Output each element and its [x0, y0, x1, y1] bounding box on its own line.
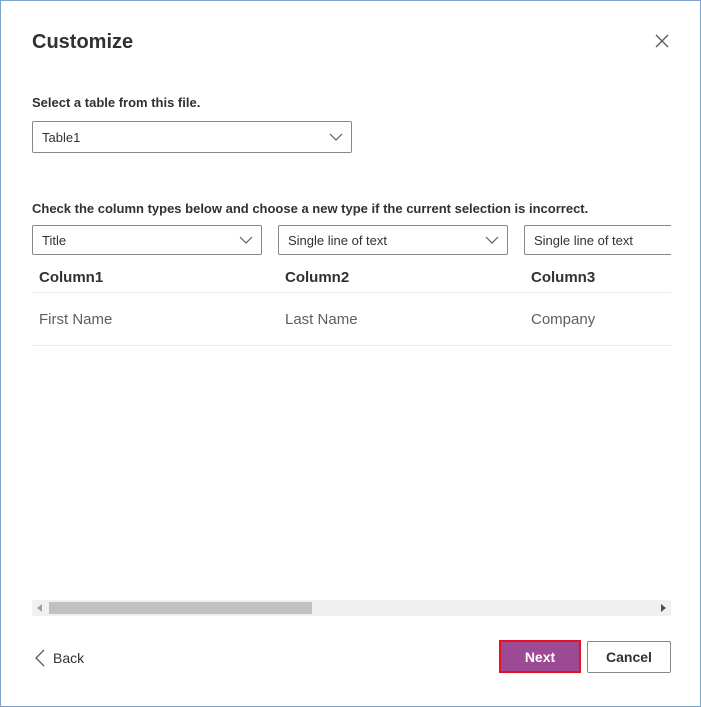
row-divider: [32, 345, 671, 346]
header-divider: [32, 292, 671, 293]
chevron-left-icon: [35, 649, 45, 667]
column2-type-dropdown[interactable]: Single line of text: [278, 225, 508, 255]
scroll-right-icon[interactable]: [659, 604, 667, 612]
column2-type-value: Single line of text: [288, 233, 388, 248]
column1-type-value: Title: [42, 233, 67, 248]
table-select-label: Select a table from this file.: [32, 95, 201, 110]
cancel-button[interactable]: Cancel: [587, 641, 671, 673]
next-label: Next: [524, 648, 556, 665]
chevron-down-icon: [329, 133, 343, 141]
close-icon: [655, 34, 669, 48]
cancel-label: Cancel: [606, 649, 652, 665]
column1-type-dropdown[interactable]: Title: [32, 225, 262, 255]
back-label: Back: [53, 650, 85, 666]
customize-dialog: Customize Select a table from this file.…: [0, 0, 701, 707]
column1-header: Column1: [39, 269, 104, 286]
column2-header: Column2: [285, 269, 350, 286]
table-dropdown[interactable]: Table1: [32, 121, 352, 153]
horizontal-scrollbar[interactable]: [32, 600, 671, 616]
close-button[interactable]: [651, 30, 673, 52]
column3-type-value: Single line of text: [534, 233, 634, 248]
column3-value: Company: [531, 311, 596, 328]
column-types-instructions: Check the column types below and choose …: [32, 201, 589, 216]
column3-type-dropdown[interactable]: Single line of text: [524, 225, 671, 255]
dialog-title: Customize: [32, 31, 134, 53]
scrollbar-thumb[interactable]: [49, 602, 312, 614]
columns-grid: Title Column1 First Name Single line of …: [32, 225, 671, 347]
column2-value: Last Name: [285, 311, 358, 328]
next-button[interactable]: Next: [499, 640, 581, 673]
column3-header: Column3: [531, 269, 596, 286]
chevron-down-icon: [239, 236, 253, 244]
chevron-down-icon: [485, 236, 499, 244]
scroll-left-icon[interactable]: [36, 604, 44, 612]
column1-value: First Name: [39, 311, 113, 328]
table-dropdown-value: Table1: [42, 130, 81, 145]
